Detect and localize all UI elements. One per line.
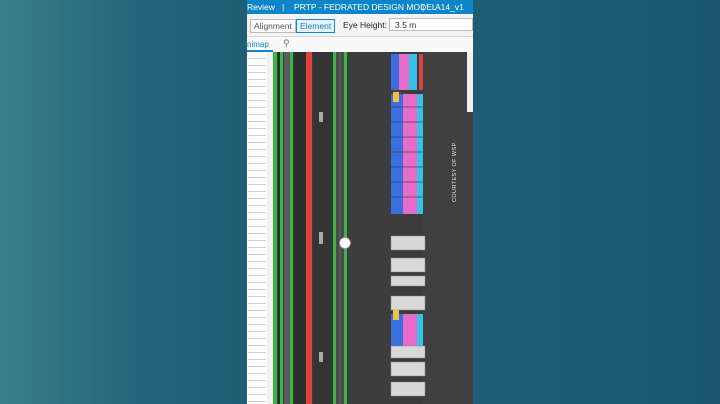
minimap-canvas[interactable]: COURTESY OF WSP bbox=[267, 52, 473, 404]
ruler-tick bbox=[248, 128, 266, 129]
ruler-tick bbox=[248, 156, 266, 157]
ruler-tick bbox=[248, 359, 266, 360]
ruler-tick bbox=[248, 177, 266, 178]
ruler-tick bbox=[248, 163, 266, 164]
video-background-right bbox=[473, 0, 720, 404]
ruler-tick bbox=[248, 135, 266, 136]
watermark-text: COURTESY OF WSP bbox=[452, 142, 458, 202]
video-background-left bbox=[0, 0, 247, 404]
ruler-tick bbox=[248, 352, 266, 353]
ruler-tick bbox=[248, 233, 266, 234]
segment-alignment[interactable]: Alignment bbox=[250, 19, 296, 33]
ruler-tick bbox=[248, 303, 266, 304]
app-window: Review | PRTP - FEDRATED DESIGN MODEL | … bbox=[247, 0, 473, 404]
title-bar: Review | PRTP - FEDRATED DESIGN MODEL | … bbox=[247, 0, 473, 14]
ruler-tick bbox=[248, 247, 266, 248]
ruler-tick bbox=[248, 254, 266, 255]
ruler-tick bbox=[248, 317, 266, 318]
ruler-tick bbox=[248, 387, 266, 388]
segment-element[interactable]: Element bbox=[296, 19, 336, 33]
ruler-tick bbox=[248, 170, 266, 171]
ruler-tick bbox=[248, 142, 266, 143]
ruler-tick bbox=[248, 198, 266, 199]
ruler-tick bbox=[248, 100, 266, 101]
ruler-tick bbox=[248, 219, 266, 220]
panel-tabs: nimap ⚲ bbox=[247, 37, 473, 53]
ruler-tick bbox=[248, 205, 266, 206]
minimap-drawing bbox=[267, 52, 473, 404]
title-model-name: PRTP - FEDRATED DESIGN MODEL bbox=[294, 2, 437, 12]
seat-block-colored bbox=[391, 92, 423, 214]
title-view-name: A14_v1 bbox=[435, 2, 464, 12]
track-red bbox=[306, 52, 312, 404]
ruler-tick bbox=[248, 331, 266, 332]
eye-height-input[interactable]: 3.5 m bbox=[389, 18, 473, 31]
ruler-tick bbox=[248, 58, 266, 59]
ruler-tick bbox=[248, 296, 266, 297]
title-review: Review bbox=[247, 2, 275, 12]
track-green-1 bbox=[273, 52, 277, 404]
ruler-tick bbox=[248, 184, 266, 185]
ruler-tick bbox=[248, 268, 266, 269]
ruler-tick bbox=[248, 149, 266, 150]
ruler-tick bbox=[248, 338, 266, 339]
ruler-tick bbox=[248, 114, 266, 115]
ruler-tick bbox=[248, 345, 266, 346]
ruler-tick bbox=[248, 212, 266, 213]
ruler-tick bbox=[248, 380, 266, 381]
ruler-tick bbox=[248, 93, 266, 94]
track-center-green-1 bbox=[333, 52, 336, 404]
ruler-tick bbox=[248, 107, 266, 108]
ruler-tick bbox=[248, 282, 266, 283]
ruler-tick bbox=[248, 86, 266, 87]
ruler-tick bbox=[248, 261, 266, 262]
ruler-tick bbox=[248, 394, 266, 395]
camera-position-marker bbox=[339, 237, 351, 249]
ruler-tick bbox=[248, 310, 266, 311]
ruler-tick bbox=[248, 240, 266, 241]
title-separator: | bbox=[282, 2, 285, 12]
minimap-left-ruler bbox=[247, 52, 267, 404]
ruler-tick bbox=[248, 191, 266, 192]
translate-icon[interactable]: ⚲ bbox=[283, 38, 290, 49]
ruler-tick bbox=[248, 79, 266, 80]
ruler-tick bbox=[248, 289, 266, 290]
ruler-tick bbox=[248, 226, 266, 227]
track-green-3 bbox=[290, 52, 293, 404]
tab-minimap[interactable]: nimap bbox=[247, 39, 269, 50]
ruler-tick bbox=[248, 72, 266, 73]
ruler-tick bbox=[248, 366, 266, 367]
ruler-tick bbox=[248, 65, 266, 66]
track-green-2 bbox=[280, 52, 283, 404]
ruler-tick bbox=[248, 373, 266, 374]
toolbar: Alignment Element Eye Height: 3.5 m bbox=[247, 14, 473, 37]
title-separator-2: | bbox=[422, 2, 425, 12]
ruler-tick bbox=[248, 324, 266, 325]
ruler-tick bbox=[248, 121, 266, 122]
eye-height-label: Eye Height: bbox=[343, 20, 387, 30]
track-center-green-2 bbox=[344, 52, 347, 404]
ruler-tick bbox=[248, 275, 266, 276]
ruler-tick bbox=[248, 401, 266, 402]
